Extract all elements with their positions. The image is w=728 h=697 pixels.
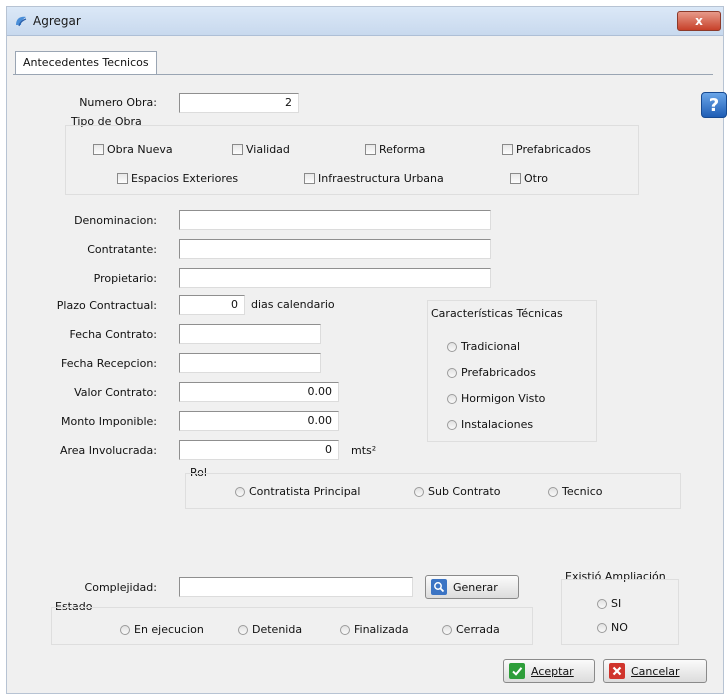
aceptar-label: Aceptar — [531, 664, 574, 678]
fecha-contrato-field[interactable] — [179, 324, 321, 344]
radio-tecnico[interactable]: Tecnico — [548, 485, 602, 498]
area-involucrada-field[interactable]: 0 — [179, 440, 339, 460]
ampliacion-group — [561, 579, 679, 645]
radio-cerrada[interactable]: Cerrada — [442, 623, 500, 636]
radio-no[interactable]: NO — [597, 621, 628, 634]
aceptar-button[interactable]: Aceptar — [503, 659, 595, 683]
radio-en-ejecucion[interactable]: En ejecucion — [120, 623, 204, 636]
fecha-contrato-label: Fecha Contrato: — [69, 328, 157, 341]
generar-label: Generar — [453, 580, 498, 594]
checkbox-vialidad[interactable]: Vialidad — [232, 143, 290, 156]
dialog-window: Agregar x Antecedentes Tecnicos ? Numero… — [6, 6, 727, 694]
complejidad-field[interactable] — [179, 577, 413, 597]
checkbox-prefabricados[interactable]: Prefabricados — [502, 143, 591, 156]
contratante-field[interactable] — [179, 239, 491, 259]
close-button[interactable]: x — [677, 11, 721, 31]
plazo-suffix: dias calendario — [251, 298, 335, 311]
numero-obra-field[interactable]: 2 — [179, 93, 299, 113]
fecha-recepcion-field[interactable] — [179, 353, 321, 373]
radio-contratista-principal[interactable]: Contratista Principal — [235, 485, 360, 498]
radio-hormigon-visto[interactable]: Hormigon Visto — [447, 392, 545, 405]
check-icon — [509, 663, 525, 679]
radio-si[interactable]: SI — [597, 597, 621, 610]
valor-contrato-field[interactable]: 0.00 — [179, 382, 339, 402]
radio-detenida[interactable]: Detenida — [238, 623, 302, 636]
generar-button[interactable]: Generar — [425, 575, 519, 599]
area-involucrada-label: Area Involucrada: — [59, 444, 157, 457]
radio-finalizada[interactable]: Finalizada — [340, 623, 409, 636]
denominacion-field[interactable] — [179, 210, 491, 230]
fecha-recepcion-label: Fecha Recepcion: — [61, 357, 157, 370]
plazo-label: Plazo Contractual: — [56, 299, 157, 312]
tab-antecedentes-tecnicos[interactable]: Antecedentes Tecnicos — [15, 51, 157, 74]
cancel-x-icon — [609, 663, 625, 679]
close-icon: x — [695, 14, 703, 28]
app-icon — [16, 16, 27, 27]
numero-obra-label: Numero Obra: — [79, 96, 157, 109]
plazo-field[interactable]: 0 — [179, 295, 245, 315]
monto-imponible-label: Monto Imponible: — [61, 415, 157, 428]
caracteristicas-legend: Características Técnicas — [431, 307, 563, 320]
checkbox-infraestructura-urbana[interactable]: Infraestructura Urbana — [304, 172, 444, 185]
checkbox-otro[interactable]: Otro — [510, 172, 548, 185]
propietario-field[interactable] — [179, 268, 491, 288]
radio-instalaciones[interactable]: Instalaciones — [447, 418, 533, 431]
window-title: Agregar — [33, 14, 81, 28]
area-suffix: mts² — [351, 444, 377, 457]
valor-contrato-label: Valor Contrato: — [74, 386, 157, 399]
help-icon[interactable]: ? — [701, 92, 727, 118]
checkbox-espacios-exteriores[interactable]: Espacios Exteriores — [117, 172, 238, 185]
radio-prefabricados[interactable]: Prefabricados — [447, 366, 536, 379]
cancelar-label: Cancelar — [631, 664, 680, 678]
checkbox-reforma[interactable]: Reforma — [365, 143, 425, 156]
search-icon — [431, 579, 447, 595]
complejidad-label: Complejidad: — [84, 581, 157, 594]
propietario-label: Propietario: — [93, 272, 157, 285]
radio-sub-contrato[interactable]: Sub Contrato — [414, 485, 500, 498]
monto-imponible-field[interactable]: 0.00 — [179, 411, 339, 431]
denominacion-label: Denominacion: — [74, 214, 157, 227]
cancelar-button[interactable]: Cancelar — [603, 659, 707, 683]
checkbox-obra-nueva[interactable]: Obra Nueva — [93, 143, 173, 156]
title-bar: Agregar x — [7, 7, 723, 36]
radio-tradicional[interactable]: Tradicional — [447, 340, 520, 353]
contratante-label: Contratante: — [87, 243, 157, 256]
